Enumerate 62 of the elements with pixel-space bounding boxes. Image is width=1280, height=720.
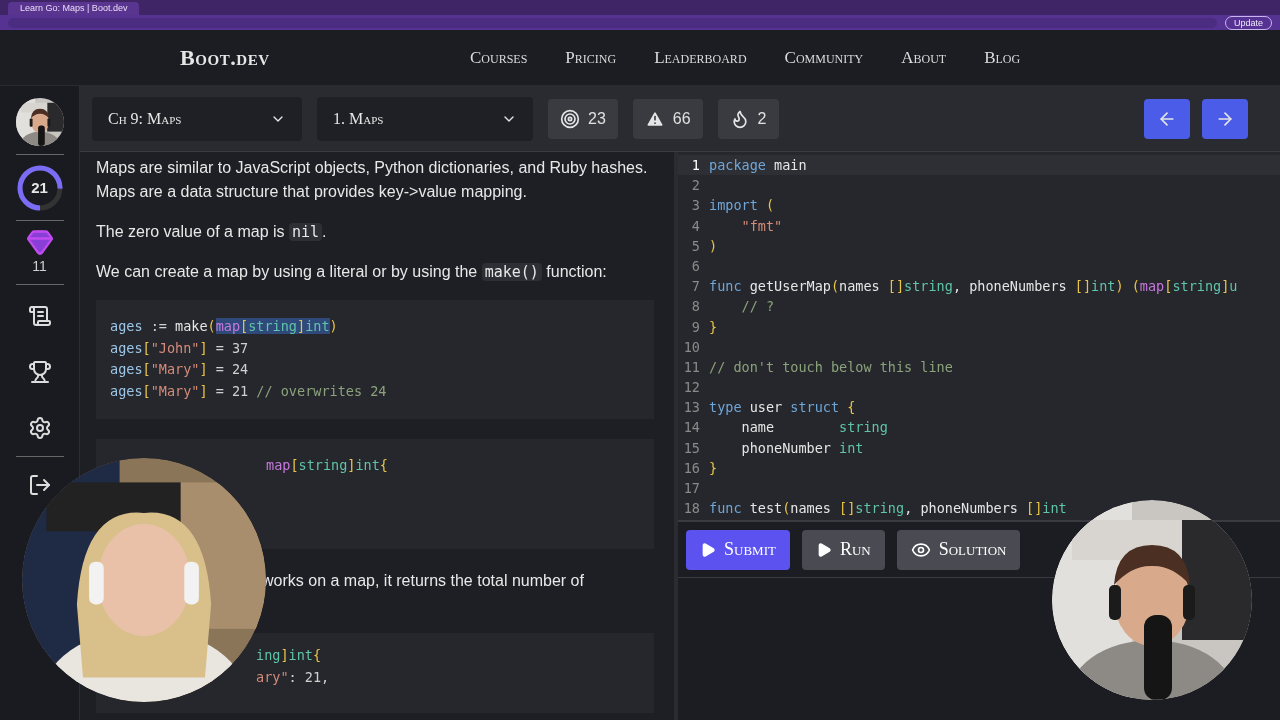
code-line: } <box>709 317 718 337</box>
nav-link[interactable]: About <box>901 44 947 71</box>
lesson-dropdown[interactable]: 1. Maps <box>317 96 533 141</box>
code-line: package main <box>709 156 807 175</box>
target-icon <box>560 108 580 129</box>
lesson-paragraph: We can create a map by using a literal or by using the make() function: <box>96 262 608 283</box>
play-icon <box>700 541 716 558</box>
line-number: 18 <box>682 499 700 519</box>
scroll-icon[interactable] <box>27 304 52 328</box>
site-logo[interactable]: Boot.dev <box>180 41 430 74</box>
code-line: func test(names []string, phoneNumbers []int <box>709 499 1067 519</box>
run-button[interactable]: Run <box>801 529 885 570</box>
line-number: 13 <box>682 398 700 418</box>
trophy-icon[interactable] <box>27 360 52 384</box>
code-line: import ( <box>709 196 775 216</box>
lesson-paragraph: The zero value of a map is nil . <box>96 222 328 243</box>
nav-link[interactable]: Leaderboard <box>654 44 747 71</box>
code-line: "fmt" <box>740 216 783 236</box>
line-number: 16 <box>682 458 700 478</box>
solution-button[interactable]: Solution <box>896 529 1021 570</box>
stat-chip: 2 <box>717 98 779 139</box>
settings-icon[interactable] <box>27 416 52 440</box>
line-number: 4 <box>690 216 700 236</box>
gem-icon <box>25 228 54 256</box>
code-line: } <box>709 458 718 478</box>
line-number: 5 <box>690 236 700 256</box>
line-number: 1 <box>690 156 700 175</box>
line-number: 9 <box>690 317 700 337</box>
line-number: 14 <box>682 418 700 438</box>
code-line: // don't touch below this line <box>709 357 953 377</box>
code-line: name string <box>740 418 888 438</box>
line-number: 11 <box>682 357 700 377</box>
gem-count: 11 <box>32 257 47 276</box>
line-number: 7 <box>690 277 700 297</box>
line-number: 12 <box>682 378 700 398</box>
code-line: type user struct { <box>709 398 856 418</box>
line-number: 2 <box>690 176 700 196</box>
code-line: ) <box>709 236 718 256</box>
code-block: ages := make(map[string]int) ages["John"] = 37 ages["Mary"] = 24 ages["Mary"] = 21 // overwrites 24 <box>96 300 654 419</box>
nav-link[interactable]: Community <box>784 44 864 71</box>
line-number: 10 <box>682 337 700 357</box>
code-editor[interactable] <box>678 152 1280 522</box>
line-number: 15 <box>682 438 700 458</box>
next-button[interactable] <box>1202 98 1248 139</box>
previous-button[interactable] <box>1144 98 1190 139</box>
code-line: // ? <box>740 297 775 317</box>
line-number: 6 <box>690 256 700 276</box>
code-line: phoneNumber int <box>740 438 864 458</box>
submit-button[interactable]: Submit <box>686 529 790 570</box>
nav-link[interactable]: Courses <box>470 44 528 71</box>
chapter-dropdown[interactable]: Ch 9: Maps <box>92 96 302 141</box>
stat-chip: 23 <box>548 98 618 139</box>
nav-link[interactable]: Blog <box>984 44 1021 71</box>
line-number: 17 <box>682 479 700 498</box>
browser-tab[interactable]: Learn Go: Maps | Boot.dev <box>8 2 140 15</box>
nav-link[interactable]: Pricing <box>565 44 617 71</box>
lesson-paragraph: Maps are similar to JavaScript objects, Python dictionaries, and Ruby hashes. Maps are a data structure that provides key->value mapping. <box>96 158 649 202</box>
code-line: func getUserMap(names []string, phoneNumbers []int) (map[string]u <box>709 277 1238 297</box>
logout-icon[interactable] <box>27 473 52 497</box>
stat-chip: 66 <box>632 98 703 139</box>
line-number: 3 <box>690 196 700 216</box>
line-number: 8 <box>690 297 700 317</box>
